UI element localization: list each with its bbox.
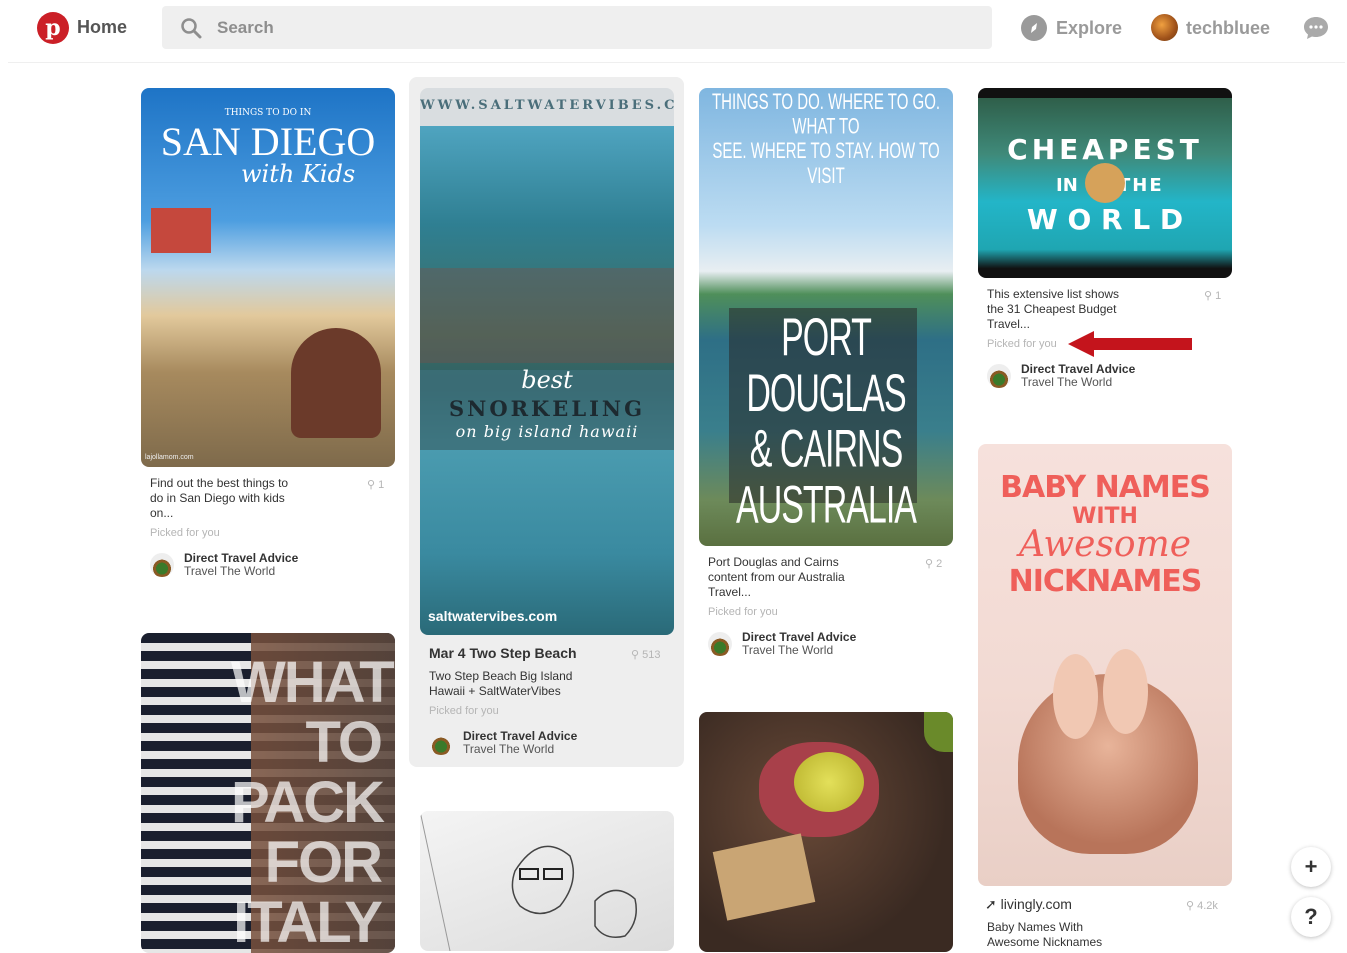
pin-image[interactable]: BABY NAMES WITH Awesome NICKNAMES [978,444,1232,886]
save-count: ⚲ 513 [631,649,661,661]
messages-icon[interactable] [1303,16,1329,40]
watermark: saltwatervibes.com [428,608,558,624]
palm-tree-icon [429,731,453,755]
pin-image[interactable] [699,712,953,952]
home-link[interactable]: Home [77,17,127,38]
pin-description: Baby Names With Awesome Nicknames [987,920,1103,949]
pin-description: Two Step Beach Big Island Hawaii + SaltW… [429,669,573,698]
arrow-annotation-icon [1068,331,1192,357]
board-name: Direct Travel Advice [463,729,578,743]
overlay-main: SNORKELING [448,396,646,421]
overlay-the: THE [1118,175,1164,196]
add-pin-button[interactable]: + [1291,847,1331,887]
picked-for-you: Picked for you [987,338,1057,350]
pin-snorkeling[interactable]: WWW.SALTWATERVIBES.COM best SNORKELING o… [420,88,674,768]
overlay-line3: W O R L D [1026,203,1184,236]
sketch-drawing [420,811,637,951]
overlay-best: best [521,366,573,394]
baby-foot-right [1103,649,1148,734]
source-link[interactable]: ➚ livingly.com [985,896,1072,913]
compass-icon [1021,15,1047,41]
palm-tree-icon [987,364,1011,388]
overlay-url: WWW.SALTWATERVIBES.COM [420,98,674,113]
overlay-line1: CHEAPEST [1007,133,1203,166]
cracker [712,833,816,921]
pin-food[interactable] [699,712,953,952]
board-subtitle: Travel The World [742,643,834,657]
help-button[interactable]: ? [1291,897,1331,937]
overlay-line1: BABY NAMES [1000,470,1211,505]
board-subtitle: Travel The World [184,564,276,578]
board-name: Direct Travel Advice [1021,362,1136,376]
pinterest-logo-icon[interactable]: p [37,12,69,44]
overlay-title: PORT DOUGLAS & CAIRNS AUSTRALIA [736,308,917,535]
username-label: techbluee [1186,18,1271,38]
save-count: ⚲ 2 [925,558,943,570]
save-count: ⚲ 1 [1204,290,1222,302]
palm-tree-icon [708,632,732,656]
pin-image[interactable]: CHEAPEST IN THE W O R L D [978,88,1232,278]
search-input[interactable] [217,6,957,49]
pin-sketch[interactable] [420,811,674,951]
overlay-kicker: THINGS TO DO IN [224,108,312,118]
picked-for-you: Picked for you [429,705,499,717]
header-divider [8,62,1345,63]
pin-image[interactable]: WHAT TO PACK FOR ITALY [141,633,395,953]
board-subtitle: Travel The World [1021,375,1113,389]
baby-foot-left [1053,654,1098,739]
picked-for-you: Picked for you [708,606,778,618]
pin-description: Port Douglas and Cairns content from our… [708,555,845,599]
pickle-slice [794,752,864,812]
pin-image[interactable] [420,811,674,951]
overlay-top: THINGS TO DO. WHERE TO GO. WHAT TO SEE. … [711,90,941,189]
palm-tree-icon [150,553,174,577]
pin-san-diego[interactable]: THINGS TO DO IN SAN DIEGO with Kids lajo… [141,88,395,588]
overlay-awesome: Awesome [1018,524,1192,565]
overlay-subtitle: with Kids [241,160,356,188]
pin-description: Find out the best things to do in San Di… [150,476,289,520]
search-icon [181,18,202,39]
pin-image[interactable]: THINGS TO DO. WHERE TO GO. WHAT TO SEE. … [699,88,953,546]
child-figure [291,328,381,438]
overlay-text: WHAT TO PACK FOR ITALY [231,650,395,953]
hat [1085,163,1125,203]
save-count: ⚲ 1 [367,479,385,491]
pin-title: Mar 4 Two Step Beach [429,645,577,661]
explore-label: Explore [1056,18,1123,38]
board-name: Direct Travel Advice [742,630,857,644]
search-bar[interactable] [162,6,992,49]
board-subtitle: Travel The World [463,742,555,756]
pin-image[interactable]: THINGS TO DO IN SAN DIEGO with Kids lajo… [141,88,395,467]
overlay-in: IN [1056,175,1078,196]
overlay-title: SAN DIEGO [160,119,376,164]
hotel-building [151,208,211,253]
pin-image[interactable]: WWW.SALTWATERVIBES.COM best SNORKELING o… [420,88,674,635]
pin-pack-italy[interactable]: WHAT TO PACK FOR ITALY [141,633,395,953]
pin-port-douglas[interactable]: THINGS TO DO. WHERE TO GO. WHAT TO SEE. … [699,88,953,668]
pin-baby-names[interactable]: BABY NAMES WITH Awesome NICKNAMES ➚ livi… [978,444,1232,949]
watermark: lajollamom.com [145,454,194,461]
save-count: ⚲ 4.2k [1186,900,1218,912]
board-name: Direct Travel Advice [184,551,299,565]
overlay-line3: NICKNAMES [1008,564,1203,599]
top-bar: p Home Explore techbluee [0,0,1347,62]
avatar [1151,14,1178,41]
picked-for-you: Picked for you [150,527,220,539]
overlay-sub: on big island hawaii [455,422,639,441]
pin-description: This extensive list shows the 31 Cheapes… [987,287,1120,331]
